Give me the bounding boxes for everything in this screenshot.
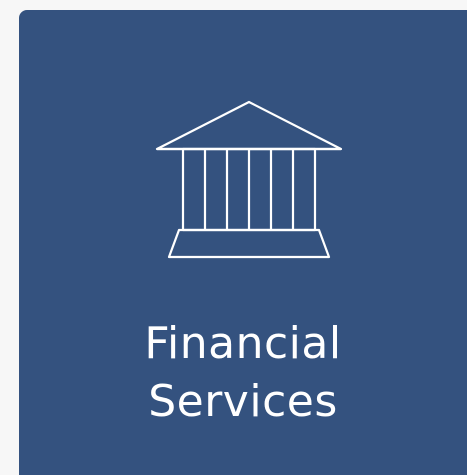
financial-services-tile[interactable]: Financial Services (19, 10, 467, 475)
bank-building-icon (149, 92, 349, 260)
tile-label-line-1: Financial (144, 318, 342, 369)
tile-label: Financial Services (19, 315, 467, 431)
tile-label-line-2: Services (148, 376, 338, 427)
